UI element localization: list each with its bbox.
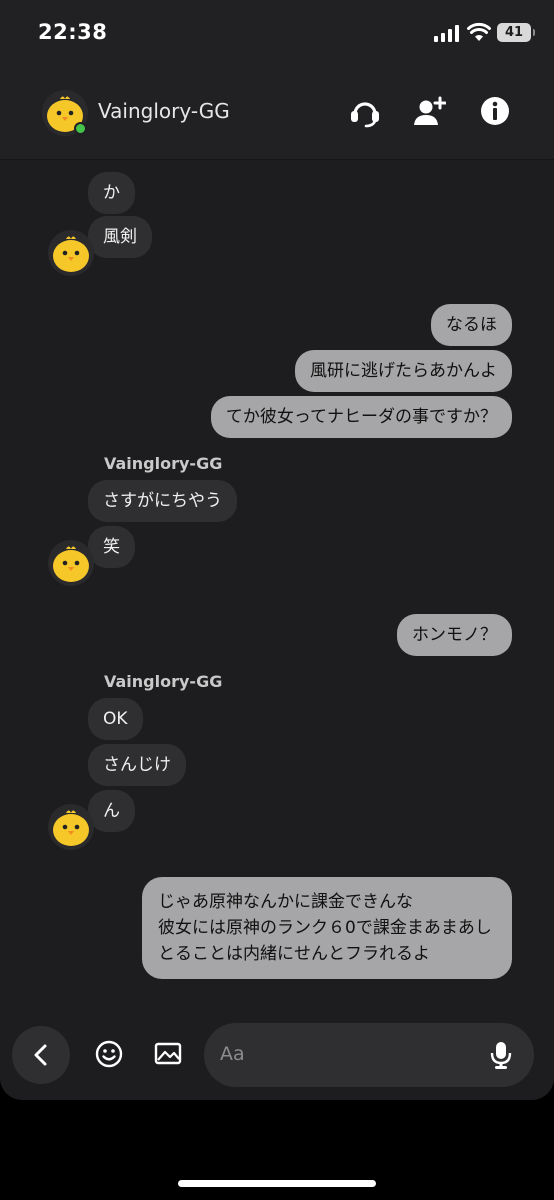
avatar[interactable]: [48, 230, 94, 276]
battery-icon: 41: [497, 23, 535, 42]
add-person-icon[interactable]: [412, 94, 446, 128]
online-status-dot: [74, 122, 87, 135]
message-bubble[interactable]: なるほ: [431, 304, 512, 346]
message-bubble[interactable]: てか彼女ってナヒーダの事ですか？: [210, 396, 512, 438]
home-indicator[interactable]: [178, 1180, 376, 1187]
cellular-signal-icon: [434, 24, 460, 42]
message-bubble[interactable]: 風研に逃げたらあかんよ: [295, 350, 512, 392]
message-bubble[interactable]: OK: [88, 698, 143, 740]
back-button[interactable]: [12, 1026, 70, 1084]
message-bubble[interactable]: か: [88, 172, 135, 214]
chat-screen: 22:38 41 Vainglory-GG か 風剣 なるほ 風研に逃げたらあか…: [0, 0, 554, 1100]
contact-name[interactable]: Vainglory-GG: [98, 99, 230, 123]
message-bubble[interactable]: さんじけ: [88, 744, 186, 786]
message-bubble[interactable]: ホンモノ？: [397, 614, 512, 656]
wifi-icon: [467, 22, 491, 41]
image-icon[interactable]: [153, 1039, 183, 1069]
message-bubble[interactable]: 笑: [88, 526, 135, 568]
status-time: 22:38: [38, 20, 108, 44]
call-icon[interactable]: [348, 94, 382, 128]
sender-name: Vainglory-GG: [104, 672, 223, 691]
avatar[interactable]: [48, 804, 94, 850]
microphone-icon[interactable]: [488, 1040, 514, 1070]
avatar[interactable]: [48, 540, 94, 586]
message-list[interactable]: か 風剣 なるほ 風研に逃げたらあかんよ てか彼女ってナヒーダの事ですか？ Va…: [0, 160, 554, 1020]
message-bubble[interactable]: さすがにちやう: [88, 480, 237, 522]
emoji-icon[interactable]: [94, 1039, 124, 1069]
status-bar: 22:38 41: [0, 0, 554, 72]
message-composer: Aa: [0, 1020, 554, 1100]
chat-header: Vainglory-GG: [0, 72, 554, 160]
message-input-placeholder: Aa: [220, 1043, 245, 1065]
message-bubble[interactable]: ん: [88, 790, 135, 832]
message-input[interactable]: Aa: [204, 1023, 534, 1087]
info-icon[interactable]: [478, 94, 512, 128]
message-bubble[interactable]: 風剣: [88, 216, 152, 258]
sender-name: Vainglory-GG: [104, 454, 223, 473]
chevron-left-icon: [34, 1044, 47, 1066]
message-bubble[interactable]: じゃあ原神なんかに課金できんな 彼女には原神のランク６0で課金まあまあしとること…: [142, 877, 512, 979]
